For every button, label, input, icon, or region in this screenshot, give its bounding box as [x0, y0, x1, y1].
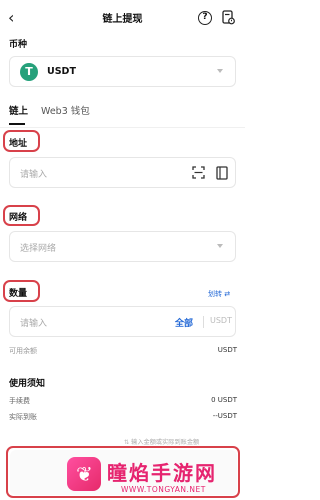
address-book-icon[interactable] — [216, 166, 228, 180]
available-balance-label: 可用余额 — [9, 347, 37, 355]
scan-icon[interactable] — [192, 166, 205, 179]
fee-value: 0 USDT — [211, 396, 237, 404]
tab-web3-wallet[interactable]: Web3 钱包 — [41, 103, 90, 117]
address-input[interactable]: 请输入 — [9, 157, 236, 188]
coin-label: 币种 — [9, 40, 28, 50]
network-select[interactable]: 选择网络 — [9, 231, 236, 262]
available-balance-value: USDT — [217, 346, 237, 354]
coin-select[interactable]: T USDT — [9, 56, 236, 87]
all-button[interactable]: 全部 — [175, 316, 193, 329]
fee-label: 手续费 — [9, 397, 30, 405]
question-circle-icon[interactable]: ? — [198, 11, 212, 25]
coin-selected-value: USDT — [47, 66, 76, 77]
chevron-down-icon — [217, 69, 223, 73]
network-label: 网络 — [9, 213, 28, 223]
received-value: --USDT — [212, 412, 237, 420]
top-bar: ‹ 链上提现 ? — [0, 0, 245, 38]
amount-hint-text: 输入金额或实际到账金额 — [131, 439, 200, 446]
tabs-divider — [0, 127, 245, 128]
received-label: 实际到账 — [9, 413, 37, 421]
active-tab-indicator — [9, 123, 25, 125]
usdt-coin-icon: T — [20, 63, 38, 81]
amount-unit: USDT — [210, 316, 232, 325]
history-document-icon[interactable] — [222, 10, 235, 25]
amount-hint: ⇅ 输入金额或实际到账金额 — [124, 437, 199, 446]
transfer-link[interactable]: 划转 ⇄ — [208, 289, 230, 299]
watermark-url: WWW.TONGYAN.NET — [121, 485, 206, 494]
address-placeholder: 请输入 — [20, 170, 48, 180]
chevron-down-icon — [217, 244, 223, 248]
withdraw-tabs: 链上 Web3 钱包 — [9, 103, 236, 125]
notice-title: 使用须知 — [9, 379, 46, 389]
swap-icon: ⇅ — [124, 439, 130, 446]
watermark: ❦ 瞳焰手游网 WWW.TONGYAN.NET — [67, 455, 237, 500]
flame-logo-icon: ❦ — [67, 457, 101, 491]
input-divider — [203, 316, 204, 328]
watermark-title: 瞳焰手游网 — [107, 461, 217, 485]
address-label: 地址 — [9, 139, 28, 149]
amount-input[interactable]: 请输入 全部 USDT — [9, 306, 236, 337]
amount-placeholder: 请输入 — [20, 319, 48, 329]
tab-onchain[interactable]: 链上 — [9, 103, 28, 117]
amount-label: 数量 — [9, 289, 28, 299]
network-placeholder: 选择网络 — [20, 244, 57, 254]
